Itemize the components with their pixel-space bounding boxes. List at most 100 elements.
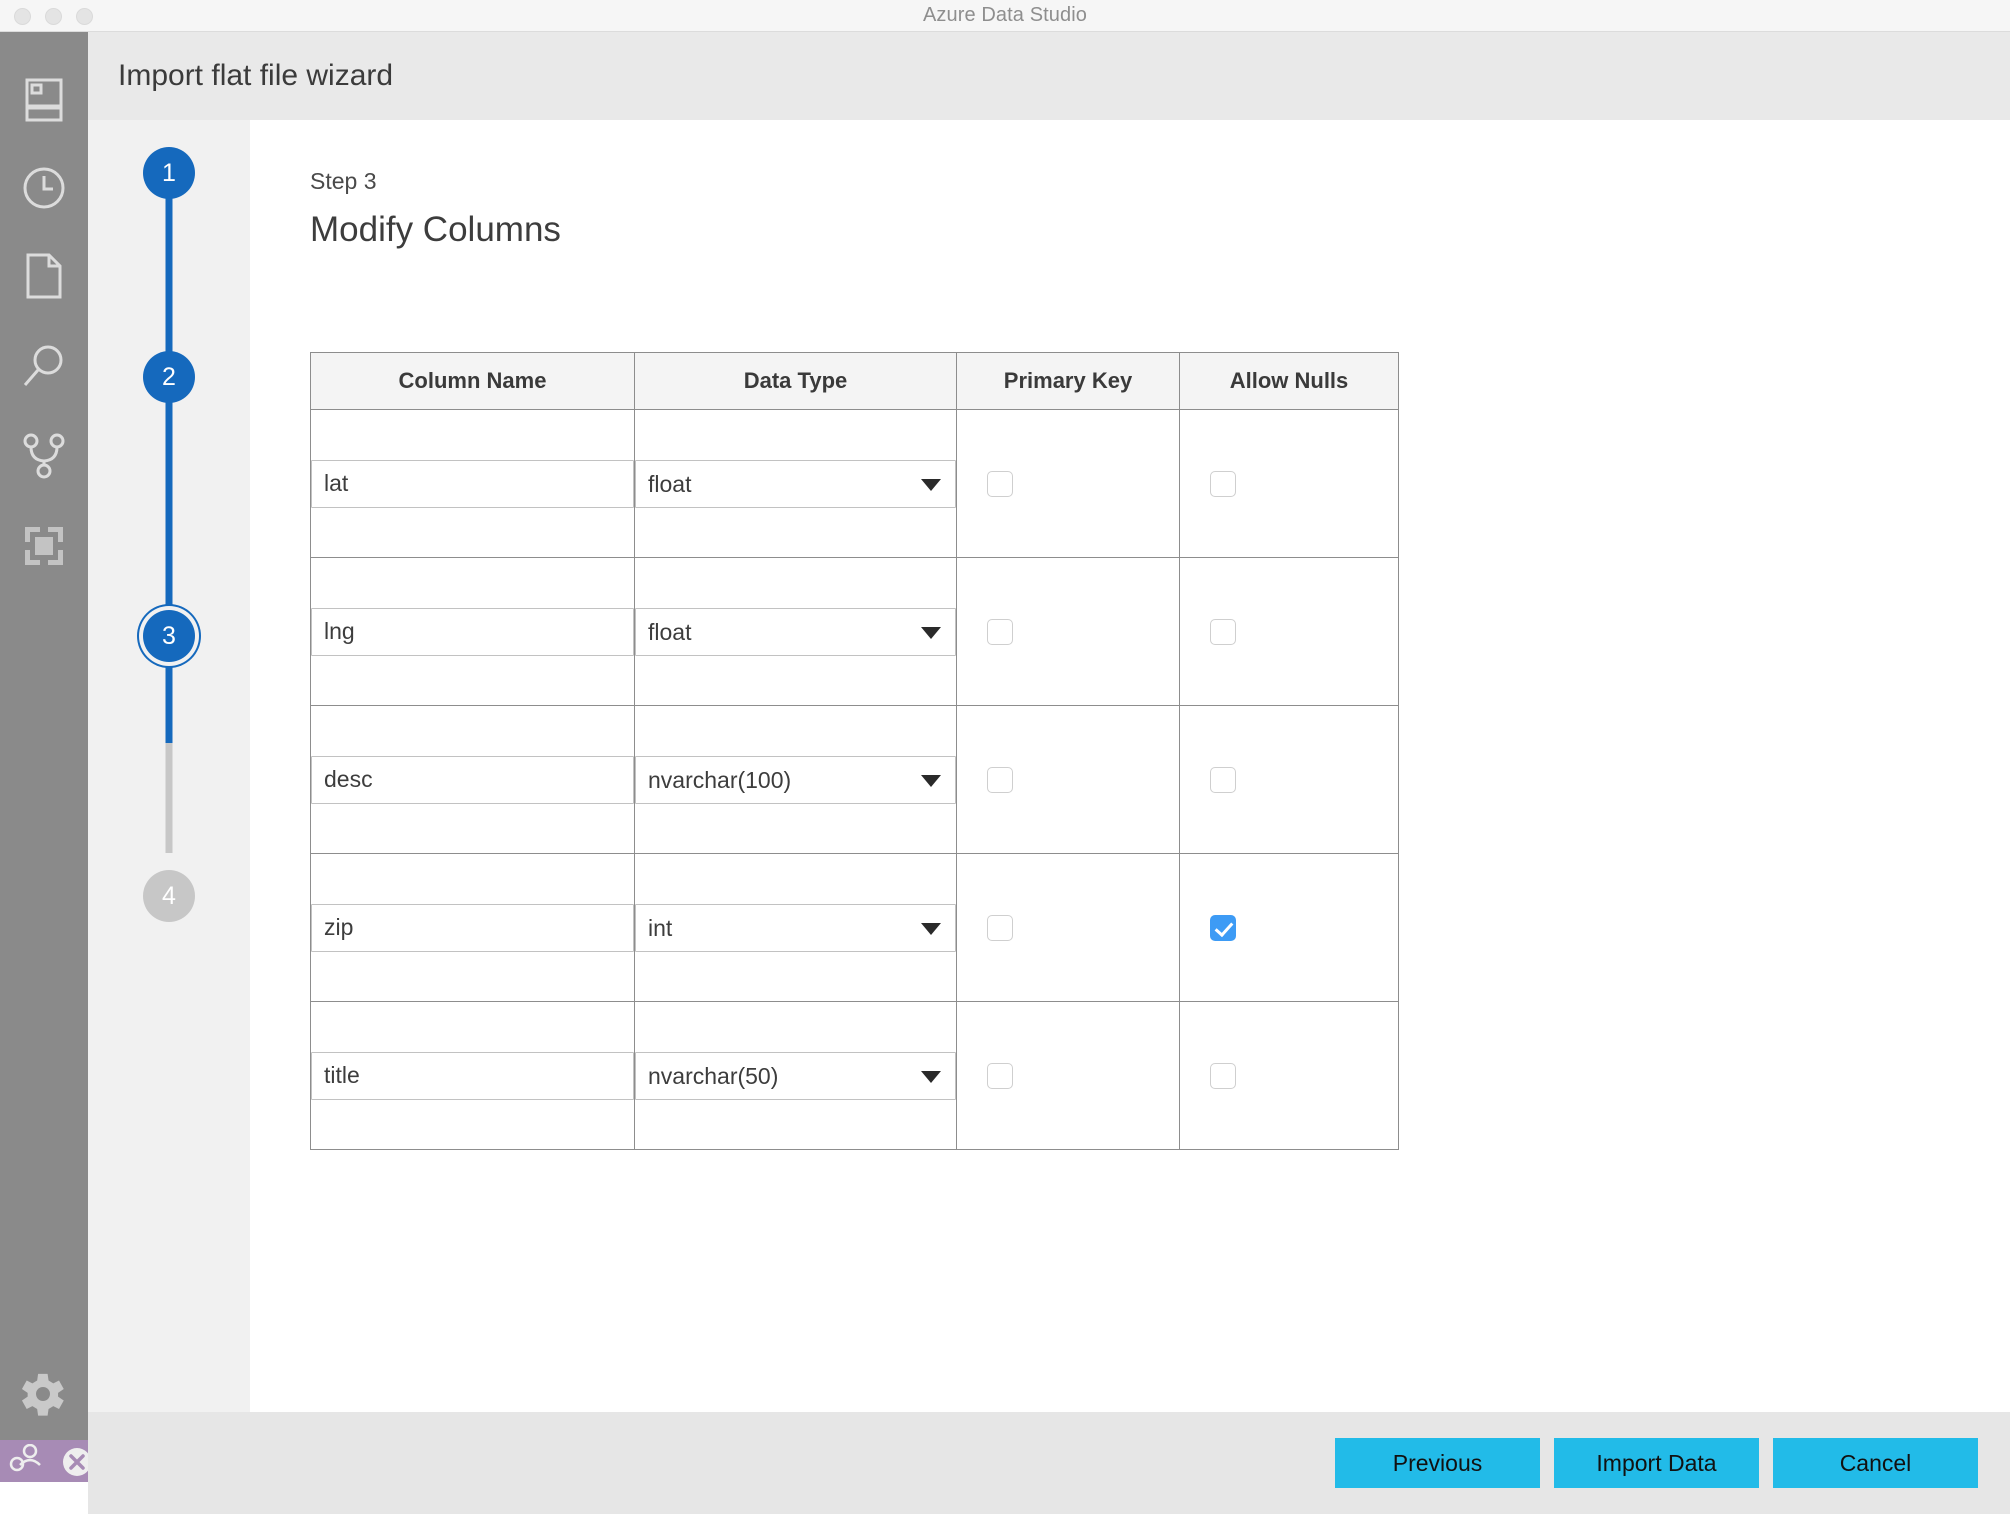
table-header-row: Column Name Data Type Primary Key Allow … [310, 352, 1399, 410]
primary-key-checkbox-wrap [957, 1062, 1179, 1089]
header-column-name: Column Name [310, 352, 635, 410]
step-node-4[interactable]: 4 [143, 870, 195, 922]
allow-nulls-checkbox[interactable] [1210, 766, 1236, 793]
columns-table-body: float [310, 409, 1399, 1150]
table-row: nvarchar(50) [310, 1001, 1399, 1150]
step-node-4-label: 4 [162, 881, 176, 910]
allow-nulls-checkbox[interactable] [1210, 618, 1236, 645]
chevron-down-icon [921, 774, 941, 787]
primary-key-checkbox[interactable] [987, 618, 1013, 645]
activity-item-servers[interactable] [0, 56, 88, 144]
step-node-3-label: 3 [162, 621, 176, 650]
cell-allow-nulls [1179, 1001, 1399, 1150]
footer-button-group: Previous Import Data Cancel [1335, 1438, 1978, 1488]
chevron-down-icon [921, 1070, 941, 1083]
primary-key-checkbox[interactable] [987, 1062, 1013, 1089]
primary-key-checkbox-wrap [957, 470, 1179, 497]
cell-column-name [310, 705, 635, 854]
allow-nulls-checkbox-wrap [1180, 766, 1398, 793]
cell-primary-key [956, 557, 1180, 706]
servers-icon [25, 78, 63, 122]
table-row: nvarchar(100) [310, 705, 1399, 854]
table-row: int [310, 853, 1399, 1002]
cell-allow-nulls [1179, 853, 1399, 1002]
chevron-down-icon [921, 478, 941, 491]
activity-item-history[interactable] [0, 144, 88, 232]
column-name-input[interactable] [311, 459, 634, 508]
allow-nulls-checkbox[interactable] [1210, 914, 1236, 941]
data-type-value: int [648, 914, 673, 941]
step-node-1[interactable]: 1 [143, 147, 195, 199]
activity-item-extensions[interactable] [0, 502, 88, 590]
cell-data-type: int [634, 853, 957, 1002]
cell-data-type: nvarchar(100) [634, 705, 957, 854]
cell-allow-nulls [1179, 409, 1399, 558]
activity-item-notebooks[interactable] [0, 232, 88, 320]
step-label: Step 3 [310, 168, 377, 194]
activity-item-source-control[interactable] [0, 412, 88, 500]
cell-column-name [310, 1001, 635, 1150]
column-name-input[interactable] [311, 903, 634, 952]
step-node-1-label: 1 [162, 158, 176, 187]
account-icon[interactable] [8, 1443, 42, 1479]
source-control-icon [23, 433, 65, 479]
app-window: Azure Data Studio Import flat file wizar… [0, 0, 2010, 1514]
header-data-type: Data Type [634, 352, 957, 410]
wizard-header: Import flat file wizard [88, 32, 2010, 120]
gear-icon [21, 1373, 67, 1419]
primary-key-checkbox-wrap [957, 766, 1179, 793]
step-node-3[interactable]: 3 [143, 610, 195, 662]
page-title: Modify Columns [310, 210, 561, 249]
cell-data-type: float [634, 409, 957, 558]
data-type-select[interactable]: nvarchar(50) [635, 1051, 956, 1100]
cell-column-name [310, 853, 635, 1002]
status-bar [0, 1440, 91, 1482]
table-row: float [310, 557, 1399, 706]
column-name-input[interactable] [311, 607, 634, 656]
column-name-input[interactable] [311, 755, 634, 804]
data-type-select[interactable]: float [635, 459, 956, 508]
wizard-title: Import flat file wizard [118, 59, 394, 92]
activity-bar [0, 32, 91, 1482]
cell-allow-nulls [1179, 557, 1399, 706]
chevron-down-icon [921, 626, 941, 639]
allow-nulls-checkbox-wrap [1180, 1062, 1398, 1089]
extensions-icon [22, 524, 66, 568]
primary-key-checkbox[interactable] [987, 914, 1013, 941]
allow-nulls-checkbox-wrap [1180, 618, 1398, 645]
data-type-select[interactable]: int [635, 903, 956, 952]
cell-primary-key [956, 1001, 1180, 1150]
search-icon [21, 343, 67, 389]
allow-nulls-checkbox[interactable] [1210, 470, 1236, 497]
columns-table-head: Column Name Data Type Primary Key Allow … [310, 352, 1399, 410]
cell-allow-nulls [1179, 705, 1399, 854]
cell-primary-key [956, 409, 1180, 558]
activity-item-search[interactable] [0, 322, 88, 410]
step-node-2-label: 2 [162, 362, 176, 391]
columns-table: Column Name Data Type Primary Key Allow … [310, 352, 1399, 1150]
chevron-down-icon [921, 922, 941, 935]
primary-key-checkbox[interactable] [987, 470, 1013, 497]
wizard-footer: Previous Import Data Cancel [88, 1412, 2010, 1514]
cell-data-type: nvarchar(50) [634, 1001, 957, 1150]
activity-item-settings[interactable] [0, 1352, 88, 1440]
data-type-value: nvarchar(100) [648, 766, 792, 793]
primary-key-checkbox[interactable] [987, 766, 1013, 793]
data-type-select[interactable]: nvarchar(100) [635, 755, 956, 804]
window-title: Azure Data Studio [922, 4, 1087, 26]
previous-button[interactable]: Previous [1335, 1438, 1540, 1488]
allow-nulls-checkbox[interactable] [1210, 1062, 1236, 1089]
step-node-2[interactable]: 2 [143, 351, 195, 403]
step-rail: 1 2 3 4 [88, 120, 250, 1412]
cell-column-name [310, 409, 635, 558]
table-row: float [310, 409, 1399, 558]
file-icon [25, 253, 63, 299]
column-name-input[interactable] [311, 1051, 634, 1100]
primary-key-checkbox-wrap [957, 618, 1179, 645]
data-type-select[interactable]: float [635, 607, 956, 656]
history-icon [22, 166, 66, 210]
cell-data-type: float [634, 557, 957, 706]
cancel-button[interactable]: Cancel [1773, 1438, 1978, 1488]
import-data-button[interactable]: Import Data [1554, 1438, 1759, 1488]
header-primary-key: Primary Key [956, 352, 1180, 410]
